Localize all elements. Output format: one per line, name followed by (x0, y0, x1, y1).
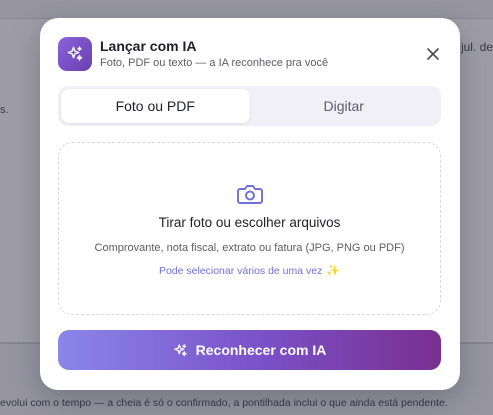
tab-type[interactable]: Digitar (250, 89, 439, 123)
dialog-header: Lançar com IA Foto, PDF ou texto — a IA … (58, 37, 444, 71)
camera-icon (236, 185, 263, 204)
close-icon (427, 48, 439, 60)
close-button[interactable] (422, 43, 444, 65)
input-mode-tabs: Foto ou PDF Digitar (58, 86, 441, 126)
ai-entry-dialog: Lançar com IA Foto, PDF ou texto — a IA … (40, 18, 460, 390)
multi-select-hint: Pode selecionar vários de uma vez ✨ (158, 264, 341, 278)
dialog-title: Lançar com IA (100, 38, 197, 54)
sparkle-icon: ✨ (326, 265, 341, 277)
multi-select-hint-text: Pode selecionar vários de uma vez (158, 264, 323, 277)
recognize-button-label: Reconhecer com IA (195, 342, 327, 358)
sparkles-icon (173, 343, 187, 356)
dropzone-title: Tirar foto ou escolher arquivos (158, 215, 341, 230)
tab-photo-pdf[interactable]: Foto ou PDF (61, 89, 250, 123)
dropzone-description: Comprovante, nota fiscal, extrato ou fat… (94, 242, 405, 254)
recognize-with-ai-button[interactable]: Reconhecer com IA (58, 330, 441, 370)
file-dropzone[interactable]: Tirar foto ou escolher arquivos Comprova… (58, 142, 441, 315)
sparkles-icon (58, 37, 92, 71)
dialog-subtitle: Foto, PDF ou texto — a IA reconhece pra … (100, 57, 329, 69)
